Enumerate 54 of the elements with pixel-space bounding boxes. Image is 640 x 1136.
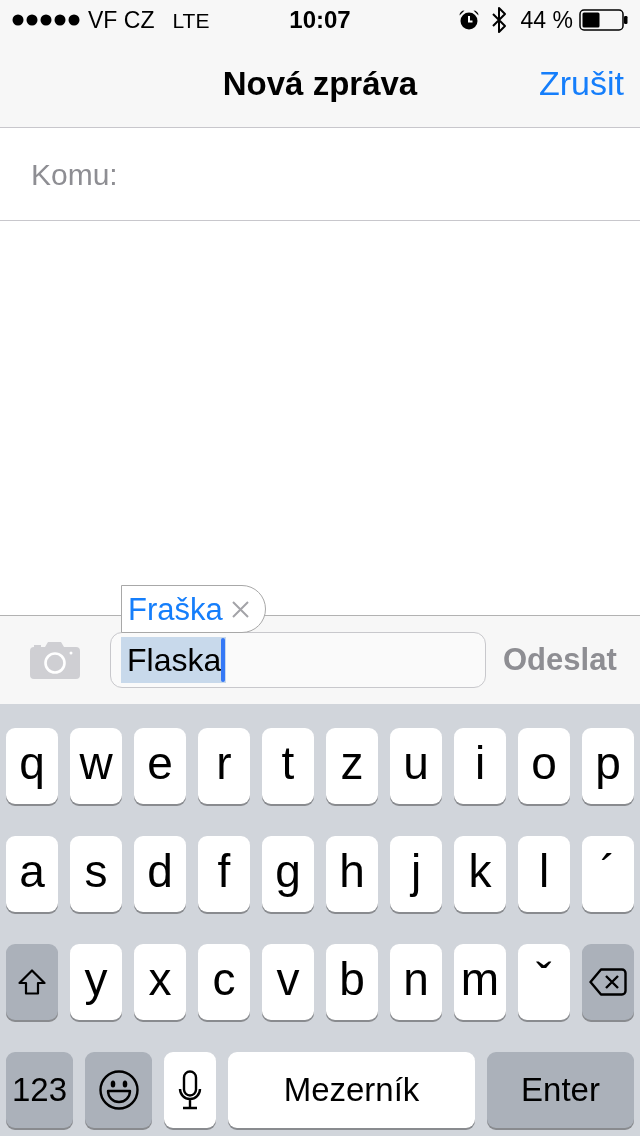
keyboard-key[interactable]: a [6, 836, 58, 912]
carrier-name: VF CZ [88, 8, 155, 32]
dictation-key[interactable] [164, 1052, 216, 1128]
keyboard-key[interactable]: u [390, 728, 442, 804]
keyboard-key[interactable]: l [518, 836, 570, 912]
screen-title: Nová zpráva [222, 63, 418, 104]
keyboard-key[interactable]: t [262, 728, 314, 804]
text-cursor-icon [221, 638, 226, 682]
keyboard-key[interactable]: o [518, 728, 570, 804]
battery-percentage: 44 % [520, 8, 573, 32]
keyboard-key[interactable]: y [70, 944, 122, 1020]
emoji-key[interactable] [85, 1052, 152, 1128]
keyboard-key[interactable]: k [454, 836, 506, 912]
keyboard-key[interactable]: g [262, 836, 314, 912]
keyboard-key[interactable]: f [198, 836, 250, 912]
keyboard-key[interactable]: r [198, 728, 250, 804]
message-text: Flaska [127, 644, 222, 676]
signal-strength-icon [12, 14, 80, 26]
keyboard-key[interactable]: n [390, 944, 442, 1020]
smiley-icon [98, 1070, 139, 1110]
microphone-icon [178, 1070, 202, 1110]
message-field[interactable]: Flaska [110, 632, 486, 688]
keyboard-key[interactable]: s [70, 836, 122, 912]
keyboard-key[interactable]: d [134, 836, 186, 912]
shift-key[interactable] [6, 944, 58, 1020]
shift-icon [18, 969, 46, 995]
keyboard-key[interactable]: x [134, 944, 186, 1020]
backspace-key[interactable] [582, 944, 634, 1020]
keyboard-key[interactable]: c [198, 944, 250, 1020]
backspace-icon [589, 968, 627, 996]
keyboard-key[interactable]: q [6, 728, 58, 804]
battery-icon [579, 9, 628, 31]
keyboard-key[interactable]: j [390, 836, 442, 912]
keyboard-key[interactable]: w [70, 728, 122, 804]
keyboard-key[interactable]: z [326, 728, 378, 804]
bluetooth-icon [490, 6, 507, 34]
keyboard-key[interactable]: m [454, 944, 506, 1020]
keyboard-key[interactable]: e [134, 728, 186, 804]
keyboard-key[interactable]: i [454, 728, 506, 804]
keyboard-key[interactable]: v [262, 944, 314, 1020]
suggestion-text[interactable]: Fraška [128, 593, 223, 625]
keyboard-key[interactable]: ´ [582, 836, 634, 912]
keyboard-key[interactable]: ˇ [518, 944, 570, 1020]
network-type: LTE [172, 9, 210, 31]
alarm-clock-icon [458, 10, 479, 30]
numbers-key[interactable]: 123 [6, 1052, 73, 1128]
clock-time: 10:07 [289, 8, 351, 32]
space-key[interactable]: Mezerník [228, 1052, 475, 1128]
keyboard-key[interactable]: h [326, 836, 378, 912]
recipient-label: Komu: [31, 156, 118, 193]
return-key[interactable]: Enter [487, 1052, 634, 1128]
keyboard-key[interactable]: p [582, 728, 634, 804]
cancel-button[interactable]: Zrušit [539, 58, 624, 109]
keyboard-key[interactable]: b [326, 944, 378, 1020]
